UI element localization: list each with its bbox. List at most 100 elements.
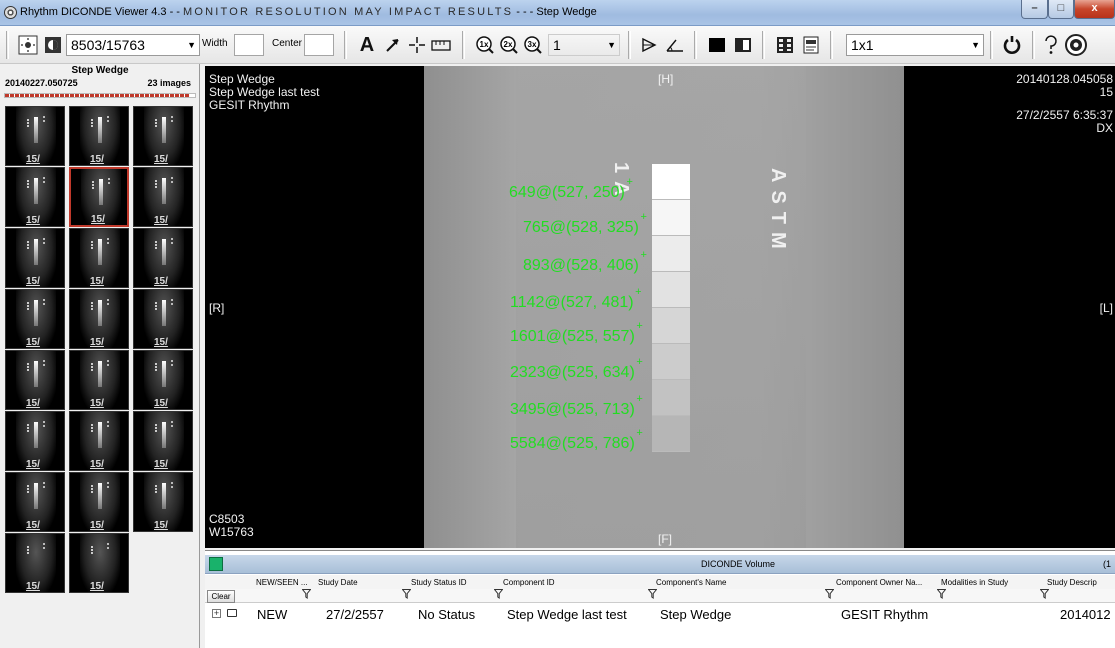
series-thumbnail[interactable]: 15/ [133, 228, 193, 288]
measurement-label[interactable]: 3495@(525, 713) + [510, 393, 643, 419]
thumbnail-marks [155, 485, 157, 493]
measure-angle-icon[interactable] [664, 32, 686, 58]
measurement-label[interactable]: 1142@(527, 481) + [510, 286, 642, 312]
window-preset-icon[interactable] [732, 32, 754, 58]
series-thumbnail[interactable]: 15/ [5, 533, 65, 593]
thumbnail-marks [43, 177, 45, 183]
volume-filter-row: Clear [205, 589, 1115, 603]
series-thumbnail[interactable]: 15/ [69, 411, 129, 471]
series-thumbnail[interactable]: 15/ [69, 533, 129, 593]
column-header[interactable]: Study Descrip [1047, 578, 1097, 587]
thumbnail-marks [43, 116, 45, 122]
series-thumbnail[interactable]: 15/ [133, 411, 193, 471]
expand-icon[interactable]: + [212, 609, 221, 618]
series-thumbnail[interactable]: 15/ [69, 167, 129, 227]
column-header[interactable]: NEW/SEEN ... [256, 578, 308, 587]
filter-icon[interactable] [1039, 589, 1050, 602]
series-thumbnail[interactable]: 15/ [69, 289, 129, 349]
series-thumbnail[interactable]: 15/ [5, 167, 65, 227]
image-viewport[interactable]: 1A ASTM Step Wedge Step Wedge last test … [205, 66, 1115, 548]
series-thumbnail[interactable]: 15/ [5, 228, 65, 288]
filter-icon[interactable] [824, 589, 835, 602]
invert-icon[interactable] [42, 32, 64, 58]
series-thumbnail[interactable]: 15/ [5, 289, 65, 349]
column-header[interactable]: Modalities in Study [941, 578, 1008, 587]
series-thumbnail[interactable]: 15/ [133, 472, 193, 532]
wedge-step [652, 308, 690, 344]
layout-dropdown[interactable]: 1x1 ▼ [846, 34, 984, 56]
series-thumbnail[interactable]: 15/ [5, 350, 65, 410]
title-bar[interactable]: Rhythm DICONDE Viewer 4.3 - - MONITOR RE… [0, 0, 1115, 26]
zoom-2x-icon[interactable]: 2x [498, 32, 520, 58]
arrow-annotation-icon[interactable] [382, 32, 404, 58]
clear-filter-button[interactable]: Clear [207, 590, 235, 603]
zoom-3x-icon[interactable]: 3x [522, 32, 544, 58]
table-row[interactable]: + NEW 27/2/2557 No Status Step Wedge las… [205, 605, 1115, 623]
measurement-label[interactable]: 5584@(525, 786) + [510, 427, 643, 453]
measurement-label[interactable]: 1601@(525, 557) + [510, 320, 643, 346]
filter-icon[interactable] [301, 589, 312, 602]
thumbnail-wedge [98, 117, 102, 143]
series-thumbnail[interactable]: 15/ [133, 106, 193, 166]
measurement-value: 765@(528, 325) [523, 219, 639, 236]
column-header[interactable]: Component's Name [656, 578, 726, 587]
center-input[interactable] [304, 34, 334, 56]
reset-icon[interactable] [1000, 32, 1024, 58]
text-annotation-button[interactable]: A [356, 32, 378, 58]
ruler-icon[interactable] [430, 32, 452, 58]
thumbnail-wedge [98, 239, 102, 265]
series-thumbnail[interactable]: 15/ [133, 350, 193, 410]
wedge-step [652, 344, 690, 380]
play-icon[interactable] [638, 32, 660, 58]
width-input[interactable] [234, 34, 264, 56]
thumbnail-wedge [162, 483, 166, 509]
close-button[interactable]: x [1074, 0, 1115, 19]
series-thumbnail[interactable]: 15/ [5, 472, 65, 532]
thumbnail-marks [171, 238, 173, 244]
series-thumbnail[interactable]: 15/ [69, 228, 129, 288]
thumbnail-marks [107, 482, 109, 488]
filter-icon[interactable] [936, 589, 947, 602]
brightness-icon[interactable] [16, 32, 40, 58]
measurement-value: 649@(527, 250) [509, 184, 625, 201]
image-selector-dropdown[interactable]: 8503/15763 ▼ [66, 34, 200, 56]
report-icon[interactable] [800, 32, 822, 58]
series-thumbnail[interactable]: 15/ [69, 350, 129, 410]
zoom-dropdown[interactable]: 1 ▼ [548, 34, 620, 56]
thumbnail-wedge [162, 178, 166, 204]
zoom-1x-icon[interactable]: 1x [474, 32, 496, 58]
measurement-value: 5584@(525, 786) [510, 435, 635, 452]
chevron-down-icon: ▼ [607, 40, 616, 50]
overlay-window-width: W15763 [209, 525, 254, 539]
column-header[interactable]: Component Owner Na... [836, 578, 922, 587]
column-header[interactable]: Study Status ID [411, 578, 467, 587]
minimize-button[interactable]: – [1021, 0, 1048, 19]
filter-icon[interactable] [647, 589, 658, 602]
measurement-label[interactable]: 2323@(525, 634) + [510, 356, 643, 382]
thumbnail-marks [43, 543, 45, 549]
series-thumbnail[interactable]: 15/ [133, 289, 193, 349]
series-thumbnail[interactable]: 15/ [5, 106, 65, 166]
filter-icon[interactable] [493, 589, 504, 602]
maximize-button[interactable]: □ [1048, 0, 1074, 19]
series-thumbnail[interactable]: 15/ [5, 411, 65, 471]
grid-view-icon[interactable] [774, 32, 796, 58]
measurement-label[interactable]: 765@(528, 325) + [523, 211, 647, 237]
column-header[interactable]: Component ID [503, 578, 555, 587]
ge-logo-icon[interactable] [1064, 32, 1088, 58]
column-header[interactable]: Study Date [318, 578, 358, 587]
series-thumbnail[interactable]: 15/ [69, 472, 129, 532]
crosshair-icon[interactable] [406, 32, 428, 58]
series-thumbnail[interactable]: 15/ [69, 106, 129, 166]
measurement-label[interactable]: 893@(528, 406) + [523, 249, 647, 275]
filter-icon[interactable] [401, 589, 412, 602]
thumbnail-marks [91, 302, 93, 310]
orientation-top: [H] [658, 72, 674, 86]
overlay-study-id: 20140128.045058 [1016, 72, 1113, 86]
series-thumbnail[interactable]: 15/ [133, 167, 193, 227]
thumbnail-marks [27, 241, 29, 249]
measurement-label[interactable]: 649@(527, 250) + [509, 176, 633, 202]
black-background-icon[interactable] [706, 32, 728, 58]
thumbnail-wedge [34, 300, 38, 326]
help-icon[interactable] [1040, 32, 1062, 58]
